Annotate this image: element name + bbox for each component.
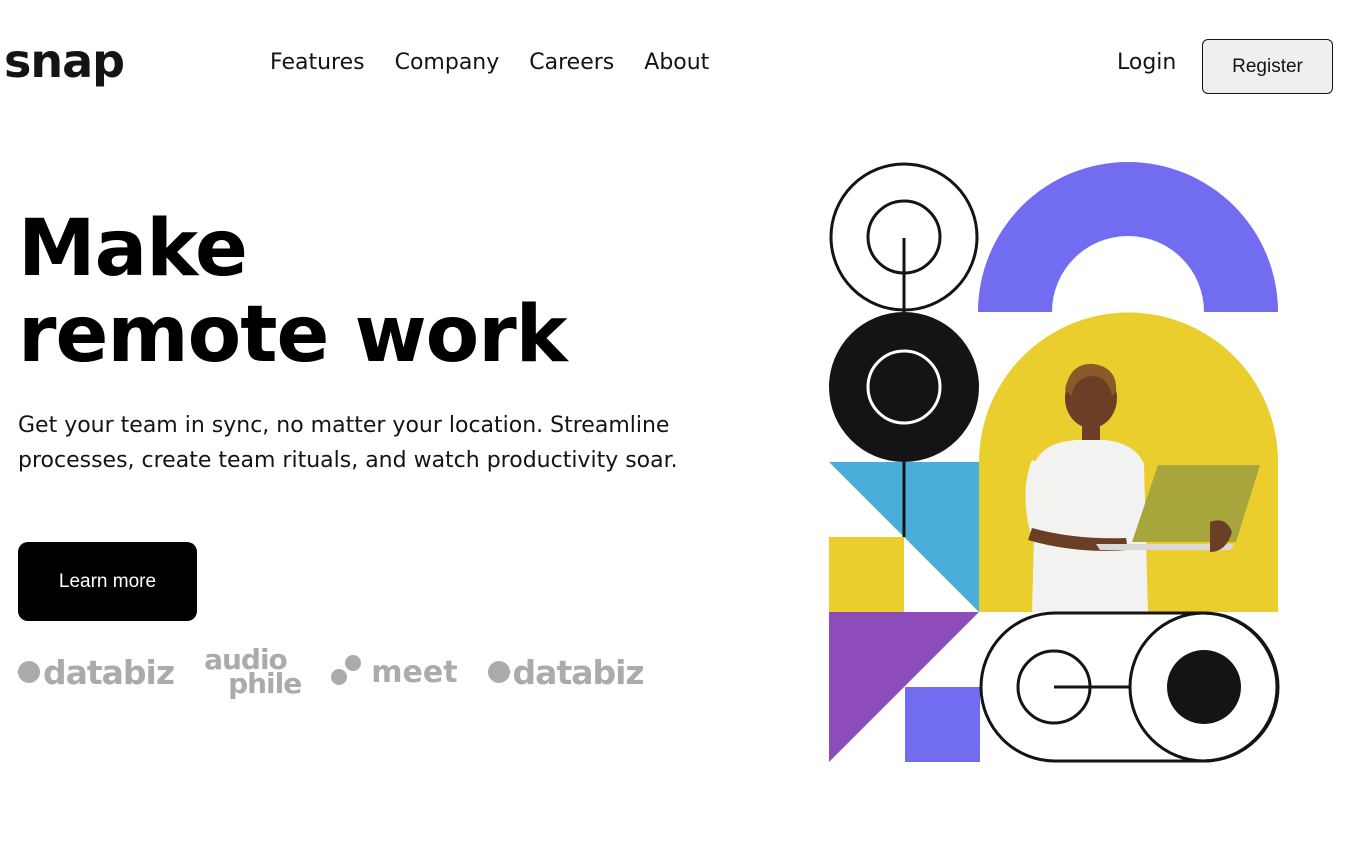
meet-dots-icon (331, 655, 363, 689)
databiz-dot-icon (487, 661, 510, 683)
databiz-logo-text: databiz (43, 652, 175, 692)
register-button[interactable]: Register (1202, 39, 1333, 94)
databiz-dot-icon (18, 661, 40, 683)
hero-illustration (829, 162, 1280, 763)
audiophile-logo: audio phile (204, 646, 302, 700)
databiz-logo-text-2: databiz (512, 652, 645, 692)
databiz-logo: databiz (18, 652, 175, 692)
learn-more-button[interactable]: Learn more (18, 542, 197, 621)
nav-careers[interactable]: Careers (529, 52, 614, 74)
databiz-logo-2: databiz (487, 652, 645, 692)
hero-description: Get your team in sync, no matter your lo… (18, 413, 678, 473)
hero-title-line-1: Make (18, 204, 248, 294)
nav-about[interactable]: About (644, 52, 709, 74)
meet-logo-text: meet (371, 654, 458, 690)
meet-logo: meet (331, 654, 458, 690)
hero-title: Make remote work (18, 204, 568, 380)
audiophile-logo-line-2: phile (228, 667, 302, 700)
main-nav: Features Company Careers About (270, 52, 709, 74)
client-logos: databiz audio phile meet databiz (18, 646, 645, 700)
nav-features[interactable]: Features (270, 52, 365, 74)
nav-company[interactable]: Company (395, 52, 500, 74)
login-link[interactable]: Login (1117, 52, 1176, 74)
hero-title-line-2: remote work (18, 290, 568, 380)
snap-logo[interactable]: snap (4, 38, 125, 84)
